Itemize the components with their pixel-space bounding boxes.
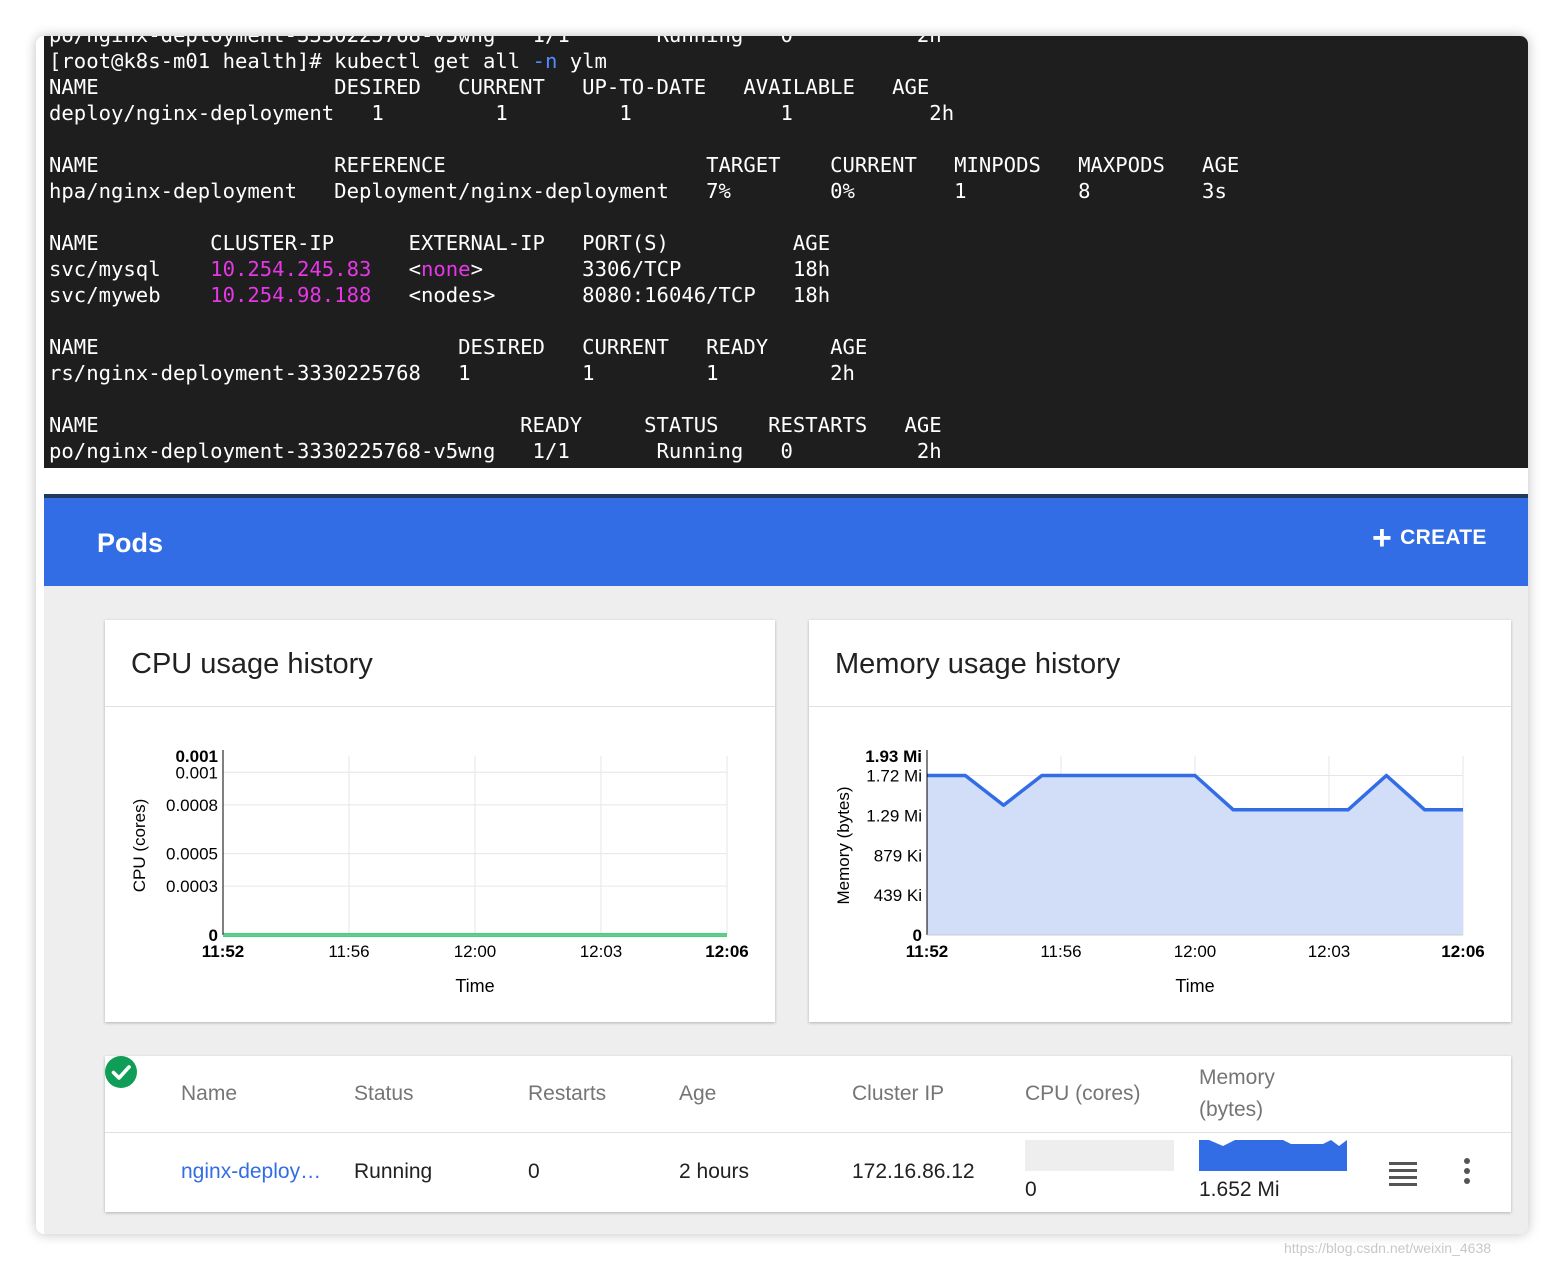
terminal-line: svc/mysql 10.254.245.83 <none> 3306/TCP … — [49, 257, 831, 281]
dashboard: Pods + CREATE CPU usage history 0.001 0.0… — [44, 494, 1528, 1234]
y-tick-label: 879 Ki — [874, 846, 922, 865]
pod-restarts: 0 — [528, 1160, 540, 1183]
table-header-row: Name Status Restarts Age Cluster IP CPU … — [105, 1056, 1511, 1133]
more-vert-icon[interactable] — [1461, 1158, 1473, 1188]
column-header-cluster-ip: Cluster IP — [852, 1082, 945, 1105]
x-axis-title: Time — [1175, 976, 1214, 996]
cpu-sparkline — [1025, 1140, 1174, 1171]
terminal-output: po/nginx-deployment-3330225768-v5wng 1/1… — [44, 36, 1528, 468]
column-header-cpu: CPU (cores) — [1025, 1082, 1141, 1105]
terminal-line: NAME READY STATUS RESTARTS AGE — [49, 413, 942, 437]
x-tick-label: 11:56 — [328, 942, 369, 961]
y-tick-label: 0.0008 — [166, 796, 218, 815]
x-tick-label: 12:03 — [1308, 942, 1351, 961]
memory-usage-card: Memory usage history 1.93 Mi 1.72 Mi 1.29 … — [809, 620, 1511, 1022]
create-button-label: CREATE — [1400, 526, 1487, 549]
pods-table: Name Status Restarts Age Cluster IP CPU … — [105, 1056, 1511, 1212]
cpu-usage-card: CPU usage history 0.001 0.001 0.0008 0.0005… — [105, 620, 775, 1022]
plus-icon: + — [1372, 519, 1393, 557]
create-button[interactable]: + CREATE — [1372, 519, 1487, 557]
column-header-memory-unit: (bytes) — [1199, 1098, 1264, 1121]
logs-icon[interactable] — [1389, 1162, 1417, 1186]
terminal-line: NAME DESIRED CURRENT READY AGE — [49, 335, 868, 359]
memory-sparkline — [1199, 1140, 1347, 1171]
x-tick-label: 12:06 — [1441, 942, 1484, 961]
y-axis-title: CPU (cores) — [130, 799, 149, 893]
column-header-name[interactable]: Name — [181, 1082, 237, 1106]
cpu-chart: 0.0010.0010.00080.00050.0003011:52 11:56 1… — [130, 747, 749, 996]
y-tick-label: 1.29 Mi — [866, 806, 922, 825]
x-tick-label: 12:06 — [705, 942, 748, 961]
x-axis-title: Time — [455, 976, 494, 996]
pod-name-link[interactable]: nginx-deploy… — [181, 1160, 321, 1184]
y-tick-label: 0.001 — [175, 763, 218, 782]
memory-chart: 1.93 Mi1.72 Mi1.29 Mi879 Ki439 Ki011:52 1… — [834, 747, 1485, 996]
terminal-line: NAME REFERENCE TARGET CURRENT MINPODS MA… — [49, 153, 1240, 177]
x-tick-label: 12:03 — [580, 942, 623, 961]
terminal-line: po/nginx-deployment-3330225768-v5wng 1/1… — [49, 439, 942, 463]
pod-age: 2 hours — [679, 1160, 750, 1183]
column-header-restarts: Restarts — [528, 1082, 607, 1105]
series-area — [927, 775, 1463, 935]
terminal-line: NAME DESIRED CURRENT UP-TO-DATE AVAILABL… — [49, 75, 930, 99]
terminal-line: hpa/nginx-deployment Deployment/nginx-de… — [49, 179, 1227, 203]
pod-cluster-ip: 172.16.86.12 — [852, 1160, 975, 1183]
check-circle-icon — [105, 1056, 137, 1088]
page-title: Pods — [97, 528, 164, 558]
y-tick-label: 1.72 Mi — [866, 766, 922, 785]
column-header-status: Status — [354, 1082, 414, 1105]
x-tick-label: 12:00 — [1174, 942, 1217, 961]
separator — [44, 468, 1528, 494]
watermark: https://blog.csdn.net/weixin_4638 — [1284, 1240, 1492, 1256]
terminal-line: po/nginx-deployment-3330225768-v5wng 1/1… — [49, 36, 1239, 48]
window-frame: po/nginx-deployment-3330225768-v5wng 1/1… — [36, 36, 1528, 1234]
y-tick-label: 1.93 Mi — [865, 747, 922, 766]
pod-cpu: 0 — [1025, 1178, 1037, 1201]
terminal-line: deploy/nginx-deployment 1 1 1 1 2h — [49, 101, 955, 125]
x-tick-label: 11:56 — [1040, 942, 1081, 961]
terminal-line: [root@k8s-m01 health]# kubectl get all -… — [49, 49, 607, 73]
y-tick-label: 439 Ki — [874, 886, 922, 905]
y-tick-label: 0.0003 — [166, 877, 218, 896]
terminal-lines: po/nginx-deployment-3330225768-v5wng 1/1… — [49, 36, 1239, 464]
x-tick-label: 12:00 — [454, 942, 497, 961]
y-axis-title: Memory (bytes) — [834, 786, 853, 904]
x-tick-label: 11:52 — [202, 942, 245, 961]
terminal-line: rs/nginx-deployment-3330225768 1 1 1 2h — [49, 361, 855, 385]
pod-memory: 1.652 Mi — [1199, 1178, 1280, 1201]
x-tick-label: 11:52 — [906, 942, 949, 961]
y-tick-label: 0.0005 — [166, 845, 218, 864]
column-header-age[interactable]: Age — [679, 1082, 716, 1106]
terminal-line: svc/myweb 10.254.98.188 <nodes> 8080:160… — [49, 283, 831, 307]
terminal-line: NAME CLUSTER-IP EXTERNAL-IP PORT(S) AGE — [49, 231, 831, 255]
pod-status: Running — [354, 1160, 433, 1183]
app-bar: Pods + CREATE — [44, 494, 1528, 586]
column-header-memory: Memory — [1199, 1066, 1275, 1089]
